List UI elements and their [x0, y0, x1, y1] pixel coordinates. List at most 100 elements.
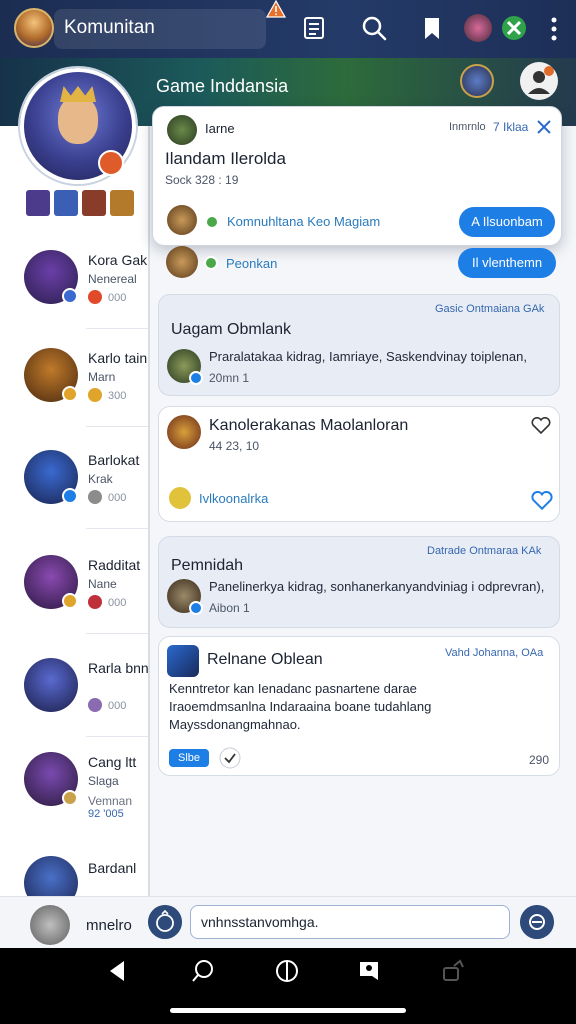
divider [86, 528, 148, 529]
post-title: Relnane Oblean [207, 651, 323, 668]
warning-icon [266, 0, 286, 18]
post-meta: Vahd Johanna, OAa [445, 647, 544, 659]
friend-stat: 000 [108, 597, 127, 609]
bookmark-icon[interactable] [418, 14, 446, 42]
community-name[interactable]: Komnuhltana Keo Magiam [227, 214, 380, 229]
friend-badge-icon [62, 488, 78, 504]
post-card[interactable]: Relnane Oblean Vahd Johanna, OAa Kenntre… [158, 636, 560, 776]
smiley-icon [169, 487, 191, 509]
friend-badge-icon [62, 288, 78, 304]
share-nav-icon[interactable] [440, 958, 466, 984]
heart-icon[interactable] [531, 417, 551, 435]
send-icon[interactable] [520, 905, 554, 939]
post-link[interactable]: Ivlkoonalrka [199, 491, 268, 506]
react-icon[interactable] [219, 747, 241, 769]
post-card[interactable]: Kanolerakanas Maolanloran 44 23, 10 Ivlk… [158, 406, 560, 522]
thumbnail[interactable] [82, 190, 106, 216]
friend-name: Cang ltt [88, 754, 137, 770]
post-card[interactable]: Datrade Ontmaraa KAk Pemnidah Panelinerk… [158, 536, 560, 628]
heart-outline-icon[interactable] [531, 491, 553, 511]
post-count: 290 [529, 753, 550, 767]
card-meta: Inmrnlo [449, 121, 486, 133]
post-card[interactable]: Gasic Ontmaiana GAk Uagam Obmlank Praral… [158, 294, 560, 396]
post-author-avatar [167, 415, 201, 449]
friend-subtitle: Krak [88, 472, 113, 486]
more-vertical-icon[interactable] [550, 16, 558, 42]
profile-thumbnails [26, 190, 134, 216]
post-body: Praralatakaa kidrag, Iamriaye, Saskendvi… [209, 349, 527, 364]
friend-item[interactable]: Bardanl [0, 856, 148, 896]
app-avatar[interactable] [14, 8, 54, 48]
verified-icon [204, 256, 218, 270]
message-input[interactable] [190, 905, 510, 939]
follow-button[interactable]: Il vlenthemn [458, 248, 556, 278]
friend-item[interactable]: Rarla bnn 000 [0, 658, 148, 758]
card-meta-link[interactable]: 7 Iklaa [493, 120, 528, 134]
friend-avatar [24, 856, 78, 896]
friend-avatar [24, 658, 78, 712]
post-title: Kanolerakanas Maolanloran [209, 417, 409, 434]
divider [86, 633, 148, 634]
my-avatar[interactable] [30, 905, 70, 945]
thumbnail[interactable] [54, 190, 78, 216]
friend-stat: 000 [108, 292, 127, 304]
recommend-avatar [166, 246, 198, 278]
friend-avatar[interactable] [464, 14, 492, 42]
banner-title: Game Inddansia [156, 76, 289, 96]
friend-name: Barlokat [88, 452, 140, 468]
divider [86, 426, 148, 427]
home-icon[interactable] [274, 958, 300, 984]
profile-nav-icon[interactable] [356, 958, 382, 984]
post-time: Aibon 1 [209, 601, 250, 615]
verified-icon [205, 215, 219, 229]
banner-member-avatar[interactable] [460, 64, 494, 98]
post-meta: Datrade Ontmaraa KAk [427, 545, 542, 557]
compose-bar: mnelro [0, 896, 576, 948]
friend-subtitle: Nenereal [88, 272, 137, 286]
search-icon[interactable] [360, 14, 388, 42]
friend-subtitle: Marn [88, 370, 116, 384]
page-logo-icon [167, 645, 199, 677]
friend-name: Rarla bnn [88, 660, 148, 676]
friend-item[interactable]: Cang ltt Slaga Vemnan 92 '005 [0, 752, 148, 852]
thumbnail[interactable] [26, 190, 50, 216]
hero-face [58, 96, 98, 144]
coin-icon [88, 290, 102, 304]
friend-stat: 000 [108, 700, 127, 712]
friend-name: Radditat [88, 557, 141, 573]
friend-count: 92 '005 [88, 808, 124, 820]
friend-item[interactable]: Barlokat Krak 000 [0, 450, 148, 550]
back-icon[interactable] [104, 958, 130, 984]
friend-name: Bardanl [88, 860, 137, 876]
list-icon[interactable] [300, 14, 328, 42]
banner-user-icon[interactable] [520, 62, 558, 100]
xbox-icon[interactable] [500, 14, 528, 42]
friend-stat: Vemnan [88, 794, 133, 808]
thumbnail[interactable] [110, 190, 134, 216]
friend-item[interactable]: Karlo tain Marn 300 [0, 348, 148, 448]
friend-subtitle: Nane [88, 577, 117, 591]
coin-icon [88, 698, 102, 712]
friend-item[interactable]: Radditat Nane 000 [0, 555, 148, 655]
search-nav-icon[interactable] [190, 958, 216, 984]
verified-icon [189, 601, 203, 615]
post-time: 20mn 1 [209, 371, 250, 385]
app-bar: Komunitan [0, 0, 576, 58]
close-icon[interactable] [535, 118, 553, 136]
card-title: Ilandam Ilerolda [165, 149, 286, 168]
post-title: Pemnidah [171, 557, 244, 574]
divider [86, 328, 148, 329]
post-body: Panelinerkya kidrag, sonhanerkanyandvini… [209, 579, 545, 594]
emoji-icon[interactable] [148, 905, 182, 939]
recommend-label[interactable]: Peonkan [226, 256, 277, 271]
divider [86, 736, 148, 737]
home-indicator[interactable] [170, 1008, 406, 1013]
join-button[interactable]: A Ilsuonbam [459, 207, 555, 237]
friend-item[interactable]: Kora Gak Nenereal 000 [0, 250, 148, 350]
post-time: 44 23, 10 [209, 439, 260, 453]
post-tag[interactable]: Slbe [169, 749, 209, 767]
verified-icon [189, 371, 203, 385]
community-popup-card[interactable]: Iarne Inmrnlo 7 Iklaa Ilandam Ilerolda S… [152, 106, 562, 246]
author-avatar [167, 115, 197, 145]
my-name: mnelro [86, 917, 132, 934]
